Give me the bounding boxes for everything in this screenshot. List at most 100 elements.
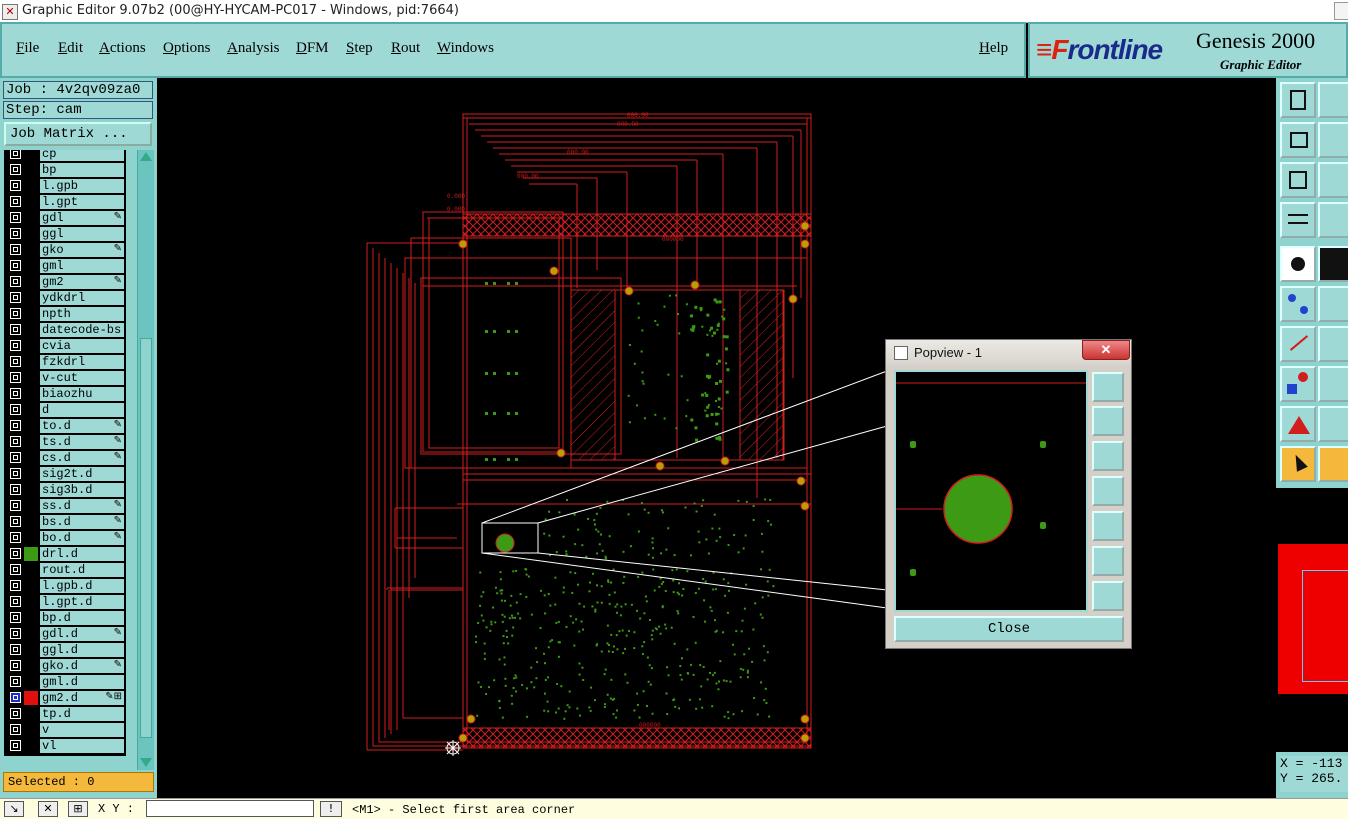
layer-name[interactable]: bp.d [40,611,124,625]
menu-help[interactable]: Help [979,40,1008,57]
layer-checkbox[interactable] [10,612,21,623]
layer-name[interactable]: cvia [40,339,124,353]
layer-checkbox[interactable] [10,180,21,191]
layer-row[interactable]: v-cut [4,370,126,386]
connect-button[interactable] [1280,286,1316,322]
scroll-down-icon[interactable] [140,758,152,767]
popview-close-button[interactable]: Close [894,616,1124,642]
add-surface-button[interactable] [1280,406,1316,442]
alert-icon[interactable]: ! [320,801,342,817]
measure-button[interactable] [1280,202,1316,238]
xy-input[interactable] [146,800,314,817]
select-line-button[interactable] [1318,246,1348,282]
layer-name[interactable]: l.gpt.d [40,595,124,609]
select-pad-button[interactable] [1280,246,1316,282]
layer-row[interactable]: to.d ✎ [4,418,126,434]
add-polygon-button[interactable] [1318,406,1348,442]
popview-move-left-button[interactable] [1092,476,1124,506]
layer-row[interactable]: fzkdrl [4,354,126,370]
layer-name[interactable]: sig3b.d [40,483,124,497]
mini-map[interactable] [1276,488,1348,752]
layer-row[interactable]: gko ✎ [4,242,126,258]
pointer-button[interactable] [1280,446,1316,482]
layer-name[interactable]: ydkdrl [40,291,124,305]
layer-name[interactable]: npth [40,307,124,321]
layer-name[interactable]: sig2t.d [40,467,124,481]
layer-name[interactable]: gm2 ✎ [40,275,124,289]
layer-name[interactable]: ss.d ✎ [40,499,124,513]
move-right-button[interactable] [1318,122,1348,158]
layer-name[interactable]: cp [40,150,124,161]
window-controls[interactable] [1334,2,1348,20]
layer-row[interactable]: cvia [4,338,126,354]
layer-name[interactable]: gko.d ✎ [40,659,124,673]
menu-file[interactable]: File [16,40,39,57]
layer-checkbox[interactable] [10,724,21,735]
layer-row[interactable]: gko.d ✎ [4,658,126,674]
popview-titlebar[interactable]: Popview - 1 ✕ [886,340,1131,366]
popview-zoom-fit-button[interactable] [1092,546,1124,576]
layer-name[interactable]: drl.d [40,547,124,561]
add-line-button[interactable] [1280,326,1316,362]
zoom-home-button[interactable] [1280,162,1316,198]
layer-row[interactable]: gm2.d ✎⊞ [4,690,126,706]
layer-row[interactable]: gml.d [4,674,126,690]
layer-checkbox[interactable] [10,228,21,239]
layer-checkbox[interactable] [10,468,21,479]
layer-name[interactable]: l.gpb [40,179,124,193]
layer-name[interactable]: cs.d ✎ [40,451,124,465]
layer-row[interactable]: bp.d [4,610,126,626]
layer-row[interactable]: l.gpb.d [4,578,126,594]
layer-checkbox[interactable] [10,740,21,751]
scroll-up-icon[interactable] [140,152,152,161]
snap-icon[interactable]: ⊞ [68,801,88,817]
layer-row[interactable]: ydkdrl [4,290,126,306]
layer-row[interactable]: ggl [4,226,126,242]
layer-list-scrollbar[interactable] [137,150,154,770]
layer-row[interactable]: ss.d ✎ [4,498,126,514]
move-down-button[interactable] [1318,82,1348,118]
menu-actions[interactable]: Actions [99,40,146,57]
layer-checkbox[interactable] [10,388,21,399]
layer-row[interactable]: bp [4,162,126,178]
popview-move-right-button[interactable] [1092,511,1124,541]
layer-checkbox[interactable] [10,356,21,367]
zoom-fit-button[interactable] [1318,162,1348,198]
layer-row[interactable]: drl.d [4,546,126,562]
layer-checkbox[interactable] [10,212,21,223]
layer-row[interactable]: ts.d ✎ [4,434,126,450]
layer-name[interactable]: gdl.d ✎ [40,627,124,641]
layer-checkbox[interactable] [10,596,21,607]
layer-checkbox[interactable] [10,436,21,447]
layer-checkbox[interactable] [10,708,21,719]
layer-checkbox[interactable] [10,324,21,335]
layer-checkbox[interactable] [10,404,21,415]
layer-name[interactable]: gko ✎ [40,243,124,257]
grid-button[interactable] [1318,202,1348,238]
popview-move-down-button[interactable] [1092,441,1124,471]
layer-name[interactable]: d [40,403,124,417]
add-arc-button[interactable] [1318,326,1348,362]
layer-checkbox[interactable] [10,372,21,383]
layer-row[interactable]: gdl.d ✎ [4,626,126,642]
layer-name[interactable]: ggl.d [40,643,124,657]
layer-checkbox[interactable] [10,500,21,511]
layer-row[interactable]: npth [4,306,126,322]
cross-button[interactable] [1318,286,1348,322]
layer-checkbox[interactable] [10,516,21,527]
layer-checkbox[interactable] [10,164,21,175]
layer-name[interactable]: vl [40,739,124,753]
layer-name[interactable]: ggl [40,227,124,241]
layer-checkbox[interactable] [10,196,21,207]
menu-edit[interactable]: Edit [58,40,83,57]
layer-row[interactable]: l.gpt [4,194,126,210]
popview-canvas[interactable] [894,370,1088,612]
layer-checkbox[interactable] [10,276,21,287]
layer-name[interactable]: gdl ✎ [40,211,124,225]
layer-name[interactable]: bo.d ✎ [40,531,124,545]
layer-checkbox[interactable] [10,692,21,703]
layer-row[interactable]: sig3b.d [4,482,126,498]
layer-name[interactable]: v [40,723,124,737]
layer-name[interactable]: bp [40,163,124,177]
layer-checkbox[interactable] [10,660,21,671]
